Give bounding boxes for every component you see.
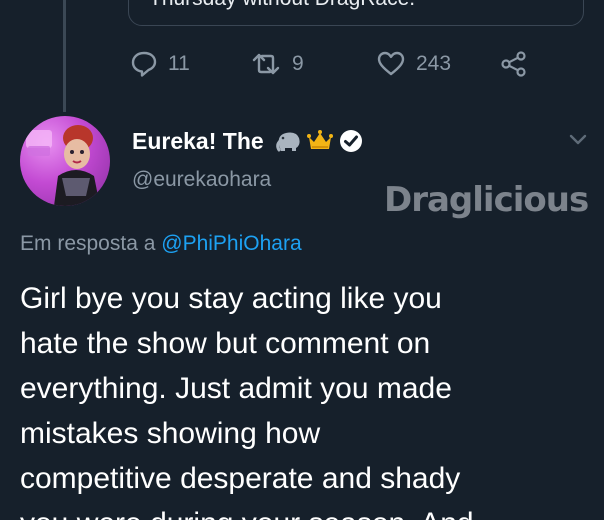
like-button[interactable]: 243 xyxy=(376,50,451,78)
chevron-down-icon[interactable] xyxy=(568,133,588,152)
crown-emoji-icon xyxy=(306,129,334,158)
avatar-portrait-image xyxy=(26,125,100,206)
tweet-text-line: competitive desperate and shady xyxy=(20,462,461,495)
quoted-tweet-text: Thursday without DragRace. xyxy=(149,0,415,11)
share-button[interactable] xyxy=(500,50,528,78)
thread-connector-line xyxy=(63,0,66,112)
reply-button[interactable]: 11 xyxy=(130,50,190,78)
tweet-thread-screen: Thursday without DragRace. 11 9 xyxy=(0,0,604,520)
display-name[interactable]: Eureka! The xyxy=(132,128,264,155)
tweet-text-line: you were during your season. And xyxy=(20,501,590,520)
tweet-text-line: mistakes showing how xyxy=(20,417,321,450)
tweet-text-line: Girl bye you stay acting like you xyxy=(20,282,442,315)
retweet-button[interactable]: 9 xyxy=(250,50,304,78)
name-emoji-badges xyxy=(274,128,368,159)
retweet-icon xyxy=(250,50,282,78)
reply-count: 11 xyxy=(168,52,190,75)
reply-prefix: Em resposta a xyxy=(20,232,156,255)
heart-icon xyxy=(376,50,406,78)
reply-icon xyxy=(130,50,158,78)
watermark-logo: Draglicious xyxy=(384,180,589,220)
quoted-tweet-card[interactable]: Thursday without DragRace. xyxy=(128,0,584,26)
verified-badge-icon xyxy=(338,128,364,159)
retweet-count: 9 xyxy=(292,52,304,75)
user-handle[interactable]: @eurekaohara xyxy=(132,168,271,192)
reply-mention-link[interactable]: @PhiPhiOhara xyxy=(161,232,301,255)
elephant-emoji-icon xyxy=(274,129,302,158)
tweet-text-line: everything. Just admit you made xyxy=(20,372,452,405)
tweet-text-line: hate the show but comment on xyxy=(20,327,431,360)
avatar[interactable] xyxy=(20,116,110,206)
tweet-text: Girl bye you stay acting like you hate t… xyxy=(20,276,590,520)
share-icon xyxy=(500,50,528,78)
reply-context: Em resposta a @PhiPhiOhara xyxy=(20,232,302,256)
like-count: 243 xyxy=(416,52,452,75)
